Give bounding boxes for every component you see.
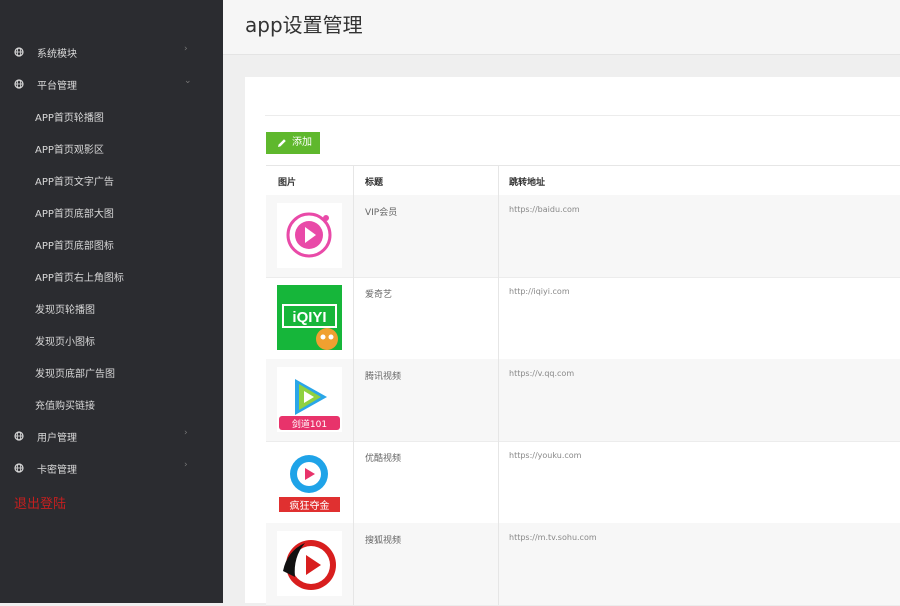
vip-play-icon (277, 203, 342, 268)
row-title: 爱奇艺 (365, 290, 393, 300)
sidebar-group-label: 平台管理 (37, 81, 77, 92)
column-header-title: 标题 (365, 178, 384, 188)
column-divider (498, 165, 499, 605)
sidebar-item-label: 发现页底部广告图 (35, 369, 115, 380)
sidebar-item-label: APP首页右上角图标 (35, 273, 124, 284)
sidebar-item-discover-bottom-ad[interactable]: 发现页底部广告图 (0, 356, 223, 388)
sidebar-group-label: 卡密管理 (37, 465, 77, 476)
table-row[interactable]: 搜狐视频 https://m.tv.sohu.com (266, 523, 900, 606)
globe-icon (14, 47, 24, 57)
page-header: app设置管理 (223, 0, 900, 55)
sidebar-group-cardkeys[interactable]: 卡密管理 › (0, 452, 223, 484)
column-divider (353, 165, 354, 605)
row-title: 搜狐视频 (365, 536, 402, 546)
column-header-image: 图片 (278, 178, 297, 188)
table-row[interactable]: iQIYI 爱奇艺 http://iqiyi.com (266, 277, 900, 360)
sidebar-item-label: APP首页观影区 (35, 145, 104, 156)
sidebar-item-recharge-link[interactable]: 充值购买链接 (0, 388, 223, 420)
divider (265, 115, 900, 116)
globe-icon (14, 79, 24, 89)
row-url: http://iqiyi.com (509, 287, 570, 296)
sidebar-group-platform[interactable]: 平台管理 ⌄ (0, 68, 223, 100)
sidebar-item-home-text-ad[interactable]: APP首页文字广告 (0, 164, 223, 196)
sidebar-item-label: APP首页底部图标 (35, 241, 114, 252)
column-header-url: 跳转地址 (509, 178, 546, 188)
add-button[interactable]: 添加 (266, 132, 320, 154)
youku-icon: 疯狂夺金 (277, 449, 342, 514)
chevron-down-icon: ⌄ (184, 76, 192, 86)
sidebar-group-system[interactable]: 系统模块 › (0, 36, 223, 68)
sidebar-item-home-bottom-icons[interactable]: APP首页底部图标 (0, 228, 223, 260)
pencil-icon (278, 139, 286, 147)
row-url: https://v.qq.com (509, 369, 575, 378)
logout-link[interactable]: 退出登陆 (14, 493, 66, 512)
sidebar-item-label: APP首页文字广告 (35, 177, 114, 188)
iqiyi-logo-text: iQIYI (292, 309, 326, 326)
sohu-video-icon (277, 531, 342, 596)
tencent-logo-text: 剑道101 (292, 418, 327, 430)
table-row[interactable]: 剑道101 腾讯视频 https://v.qq.com (266, 359, 900, 442)
sidebar-item-home-bottom-image[interactable]: APP首页底部大图 (0, 196, 223, 228)
table-row[interactable]: VIP会员 https://baidu.com (266, 195, 900, 278)
tencent-video-icon: 剑道101 (277, 367, 342, 432)
row-url: https://youku.com (509, 451, 582, 460)
sidebar-item-home-carousel[interactable]: APP首页轮播图 (0, 100, 223, 132)
page-title: app设置管理 (245, 13, 363, 37)
sidebar: 系统模块 › 平台管理 ⌄ APP首页轮播图 APP首页观影区 APP首页文字广… (0, 0, 223, 603)
chevron-right-icon: › (184, 44, 188, 54)
sidebar-item-label: APP首页轮播图 (35, 113, 104, 124)
content-card: 添加 图片 标题 跳转地址 VIP会员 https://baidu.com iQ… (245, 77, 900, 606)
row-title: VIP会员 (365, 208, 398, 218)
row-title: 腾讯视频 (365, 372, 402, 382)
sidebar-item-label: APP首页底部大图 (35, 209, 114, 220)
globe-icon (14, 431, 24, 441)
sidebar-group-label: 用户管理 (37, 433, 77, 444)
globe-icon (14, 463, 24, 473)
chevron-right-icon: › (184, 460, 188, 470)
sidebar-item-discover-carousel[interactable]: 发现页轮播图 (0, 292, 223, 324)
sidebar-group-label: 系统模块 (37, 49, 77, 60)
sidebar-item-home-watch-area[interactable]: APP首页观影区 (0, 132, 223, 164)
row-url: https://m.tv.sohu.com (509, 533, 597, 542)
sidebar-item-label: 发现页小图标 (35, 337, 95, 348)
sidebar-item-label: 发现页轮播图 (35, 305, 95, 316)
add-button-label: 添加 (292, 137, 312, 148)
sidebar-item-discover-small-icons[interactable]: 发现页小图标 (0, 324, 223, 356)
sidebar-item-home-topright-icon[interactable]: APP首页右上角图标 (0, 260, 223, 292)
table-row[interactable]: 疯狂夺金 优酷视频 https://youku.com (266, 441, 900, 524)
iqiyi-logo-icon: iQIYI (277, 285, 342, 350)
table-header: 图片 标题 跳转地址 (266, 165, 900, 197)
chevron-right-icon: › (184, 428, 188, 438)
row-title: 优酷视频 (365, 454, 402, 464)
sidebar-item-label: 充值购买链接 (35, 401, 95, 412)
youku-logo-text: 疯狂夺金 (290, 499, 330, 512)
row-url: https://baidu.com (509, 205, 580, 214)
sidebar-group-users[interactable]: 用户管理 › (0, 420, 223, 452)
